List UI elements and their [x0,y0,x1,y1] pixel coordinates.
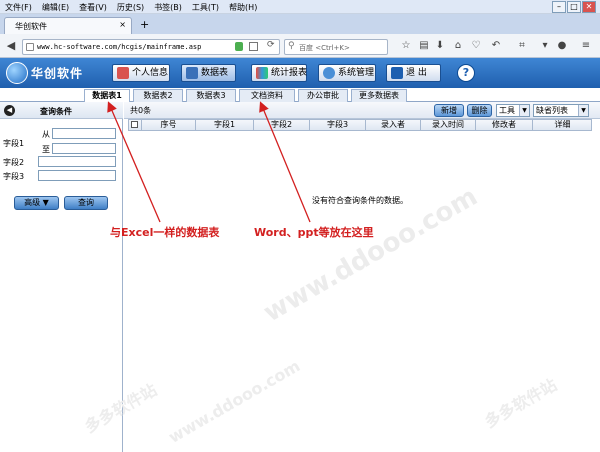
arrow-to-documents-tab [259,101,311,223]
annotation-excel: 与Excel一样的数据表 [110,226,220,239]
arrow-to-sheet-tab [107,101,161,223]
annotation-word: Word、ppt等放在这里 [254,226,374,239]
